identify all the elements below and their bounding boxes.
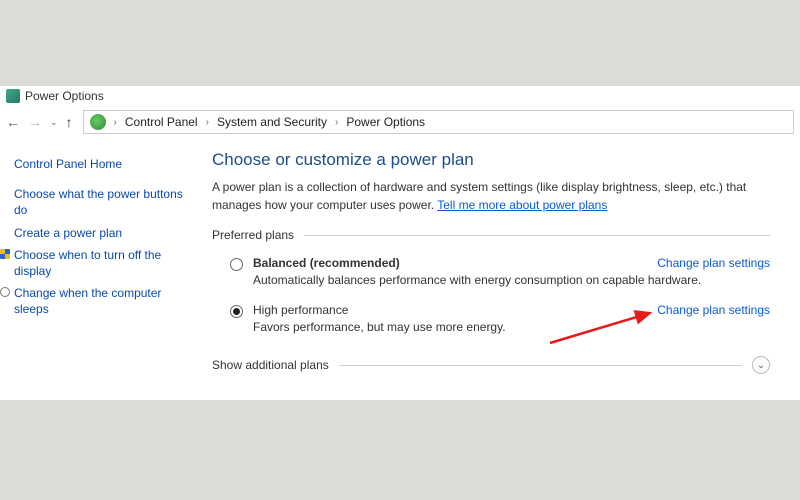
intro-text: A power plan is a collection of hardware…	[212, 178, 770, 214]
plan-description: Favors performance, but may use more ene…	[253, 320, 770, 334]
breadcrumb-item[interactable]: Power Options	[346, 115, 425, 129]
power-options-window: Power Options ← → ⌄ ↑ › Control Panel › …	[0, 86, 800, 400]
back-button[interactable]: ←	[6, 114, 20, 130]
sidebar-link-power-buttons[interactable]: Choose what the power buttons do	[14, 186, 194, 218]
shield-icon	[0, 249, 10, 259]
main-panel: Choose or customize a power plan A power…	[204, 150, 800, 398]
breadcrumb-item[interactable]: Control Panel	[125, 115, 198, 129]
chevron-right-icon: ›	[206, 117, 209, 128]
address-bar[interactable]: › Control Panel › System and Security › …	[83, 110, 794, 134]
radio-balanced[interactable]	[230, 258, 243, 271]
battery-icon	[6, 89, 20, 103]
plan-description: Automatically balances performance with …	[253, 273, 770, 287]
divider	[339, 365, 742, 366]
radio-high-performance[interactable]	[230, 305, 243, 318]
up-button[interactable]: ↑	[66, 114, 73, 130]
breadcrumb-item[interactable]: System and Security	[217, 115, 327, 129]
sidebar-link-computer-sleeps[interactable]: Change when the computer sleeps	[14, 285, 194, 317]
clock-icon	[0, 287, 10, 297]
forward-button[interactable]: →	[28, 114, 42, 130]
chevron-right-icon: ›	[114, 117, 117, 128]
navbar: ← → ⌄ ↑ › Control Panel › System and Sec…	[0, 106, 800, 138]
chevron-right-icon: ›	[335, 117, 338, 128]
preferred-plans-label: Preferred plans	[212, 228, 770, 242]
learn-more-link[interactable]: Tell me more about power plans	[437, 198, 607, 212]
sidebar-link-create-plan[interactable]: Create a power plan	[14, 225, 194, 241]
plan-name[interactable]: Balanced (recommended)	[253, 256, 400, 270]
sidebar-link-turn-off-display[interactable]: Choose when to turn off the display	[14, 247, 194, 279]
chevron-down-icon[interactable]: ⌄	[752, 356, 770, 374]
plan-balanced: Balanced (recommended) Change plan setti…	[212, 252, 770, 299]
titlebar: Power Options	[0, 86, 800, 106]
plan-name[interactable]: High performance	[253, 303, 348, 317]
control-panel-icon	[90, 114, 106, 130]
content-area: Control Panel Home Choose what the power…	[0, 138, 800, 398]
change-plan-settings-link[interactable]: Change plan settings	[657, 256, 770, 270]
plan-high-performance: High performance Change plan settings Fa…	[212, 299, 770, 346]
change-plan-settings-link[interactable]: Change plan settings	[657, 303, 770, 317]
nav-arrows: ← → ⌄ ↑	[6, 114, 73, 130]
page-heading: Choose or customize a power plan	[212, 150, 770, 170]
divider	[304, 235, 770, 236]
window-title: Power Options	[25, 89, 104, 103]
control-panel-home-link[interactable]: Control Panel Home	[14, 156, 194, 172]
recent-dropdown-icon[interactable]: ⌄	[50, 117, 58, 128]
sidebar: Control Panel Home Choose what the power…	[14, 150, 204, 398]
show-additional-plans[interactable]: Show additional plans ⌄	[212, 356, 770, 374]
